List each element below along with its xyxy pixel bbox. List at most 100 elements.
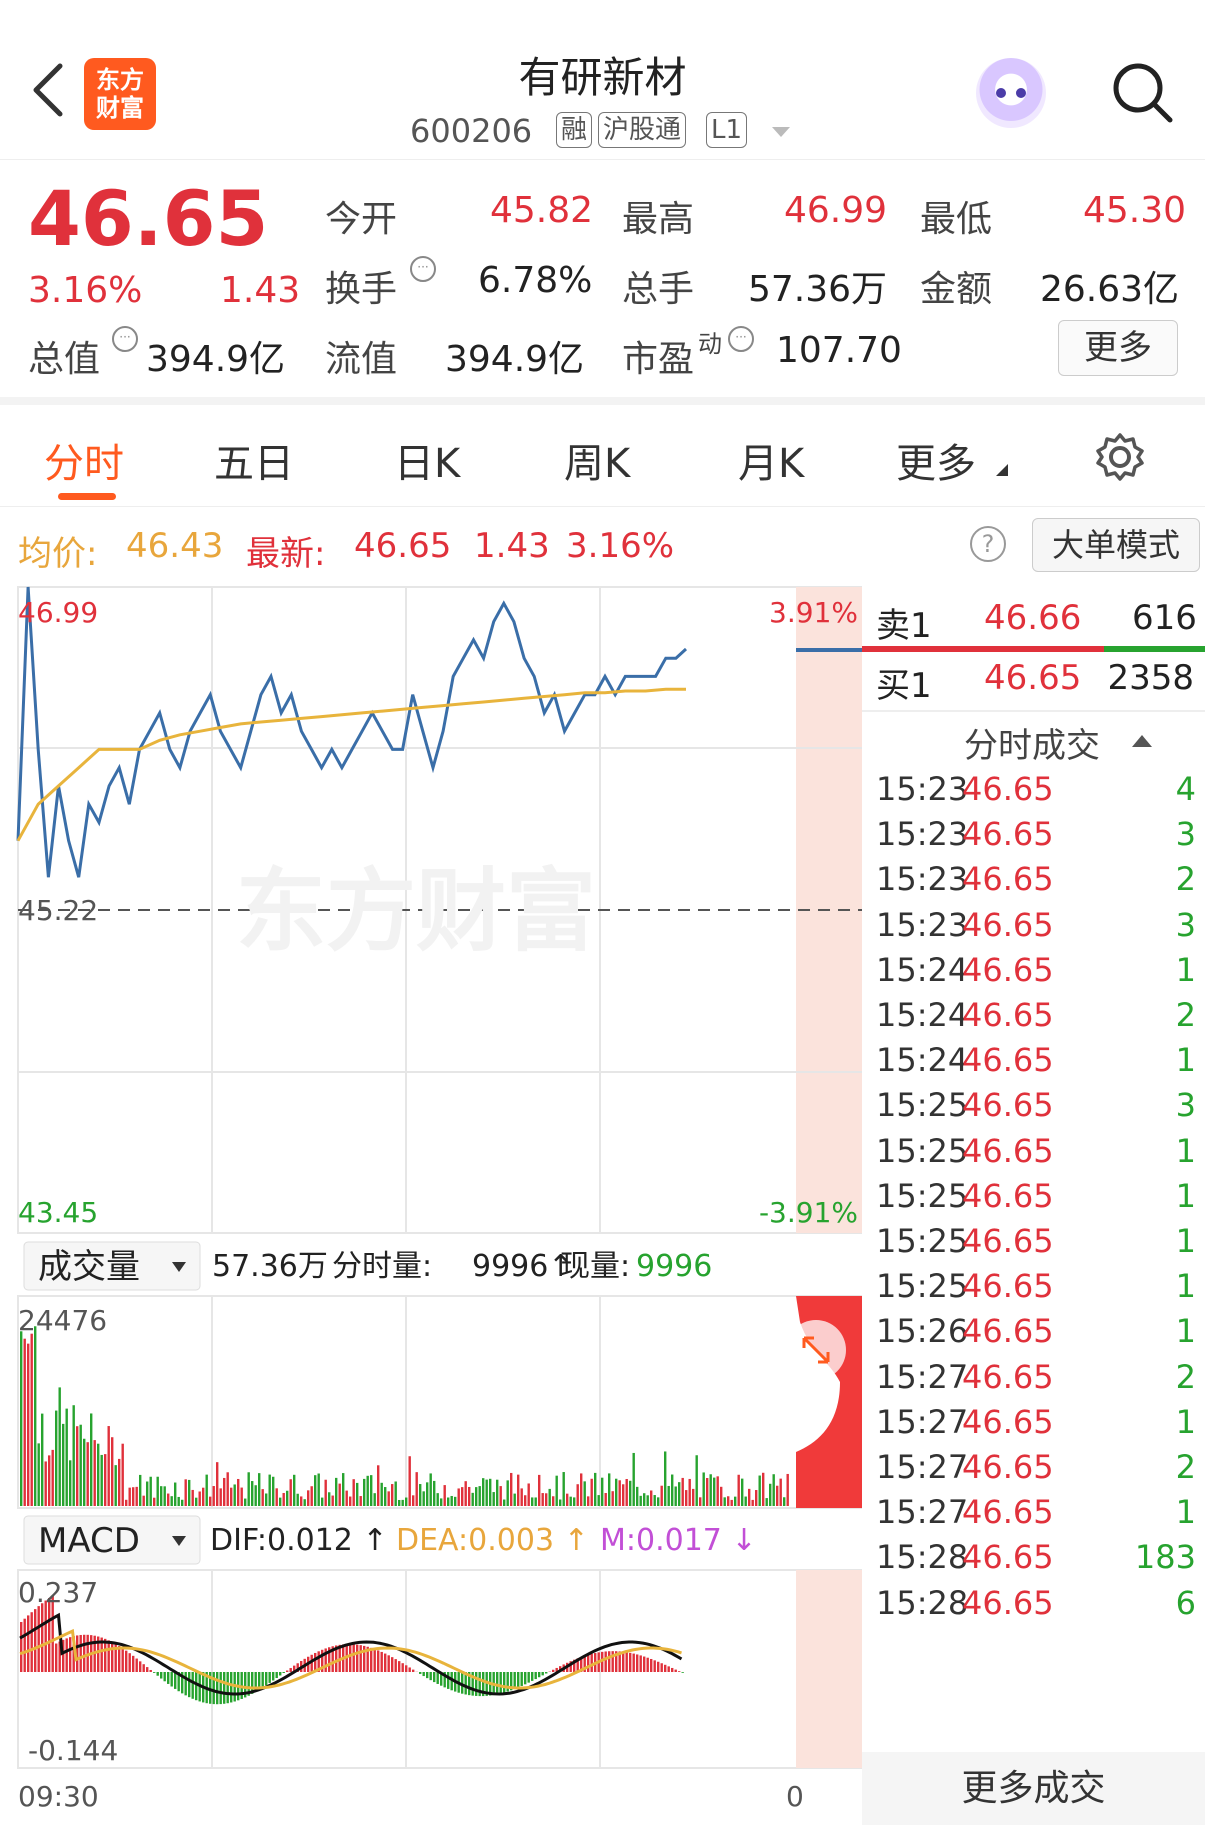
volume-bar bbox=[366, 1475, 369, 1506]
price-info-bar: 均价: 46.43 最新: 46.65 1.43 3.16% ? 大单模式 bbox=[0, 512, 1205, 582]
macd-bar bbox=[268, 1672, 271, 1683]
assistant-avatar-icon[interactable] bbox=[976, 58, 1046, 128]
macd-bar bbox=[534, 1672, 537, 1680]
trade-volume: 2 bbox=[1175, 1357, 1196, 1396]
macd-bar bbox=[79, 1634, 82, 1672]
more-quote-button[interactable]: 更多 bbox=[1058, 320, 1178, 376]
volume-bar bbox=[503, 1499, 506, 1506]
volume-bar bbox=[51, 1449, 54, 1506]
turnover-value: 6.78% bbox=[478, 260, 593, 301]
volume-bar bbox=[317, 1473, 320, 1506]
volume-bar bbox=[139, 1474, 142, 1506]
volume-bar bbox=[258, 1473, 261, 1506]
macd-bar bbox=[646, 1657, 649, 1672]
macd-bar bbox=[104, 1638, 107, 1672]
big-order-mode-button[interactable]: 大单模式 bbox=[1032, 518, 1200, 572]
volume-bar bbox=[590, 1478, 593, 1506]
info-dots-icon[interactable]: ··· bbox=[112, 326, 138, 355]
help-icon[interactable]: ? bbox=[970, 526, 1006, 562]
macd-bar bbox=[475, 1672, 478, 1696]
tab-fenshi[interactable]: 分时 bbox=[44, 431, 124, 489]
volume-bar bbox=[72, 1405, 75, 1506]
volume-bar bbox=[622, 1484, 625, 1506]
volume-bar bbox=[286, 1490, 289, 1506]
macd-bar bbox=[657, 1661, 660, 1672]
macd-max-label: 0.237 bbox=[18, 1576, 98, 1609]
volume-bar bbox=[422, 1491, 425, 1506]
trade-price: 46.65 bbox=[962, 770, 1054, 808]
price-high-label: 46.99 bbox=[18, 596, 98, 629]
macd-bar bbox=[160, 1672, 163, 1679]
volume-bar bbox=[20, 1331, 23, 1506]
volume-bar bbox=[391, 1484, 394, 1506]
watermark: 东方财富 bbox=[236, 859, 596, 964]
trade-price: 46.65 bbox=[962, 1448, 1054, 1486]
trade-volume: 2 bbox=[1175, 996, 1196, 1034]
volume-bar bbox=[552, 1496, 555, 1506]
volume-bar bbox=[461, 1487, 464, 1506]
trade-price: 46.65 bbox=[962, 1538, 1054, 1577]
tab-five-day[interactable]: 五日 bbox=[214, 431, 294, 489]
chevron-down-icon[interactable] bbox=[770, 124, 792, 143]
volume-bar bbox=[195, 1497, 198, 1506]
macd-bar bbox=[65, 1638, 68, 1672]
macd-bar bbox=[118, 1646, 121, 1672]
macd-bar bbox=[394, 1659, 397, 1672]
collapse-arrow-icon[interactable] bbox=[1132, 732, 1152, 751]
volume-bar bbox=[436, 1493, 439, 1506]
volume-bar bbox=[198, 1491, 201, 1506]
more-trades-button[interactable]: 更多成交 bbox=[862, 1752, 1205, 1825]
volume-bar bbox=[90, 1413, 93, 1506]
macd-bar bbox=[433, 1672, 436, 1683]
volume-bar bbox=[191, 1489, 194, 1506]
volume-bar bbox=[580, 1473, 583, 1506]
trade-volume: 1 bbox=[1175, 1312, 1196, 1351]
current-price: 46.65 bbox=[28, 174, 269, 263]
volume-bar bbox=[685, 1490, 688, 1506]
intraday-chart[interactable]: 东方财富 46.99 45.22 43.45 3.91% -3.91% 成交量 … bbox=[0, 582, 862, 1825]
info-dots-icon[interactable]: ··· bbox=[410, 256, 436, 285]
volume-bar bbox=[650, 1490, 653, 1506]
volume-bar bbox=[695, 1455, 698, 1506]
macd-bar bbox=[632, 1653, 635, 1672]
settings-gear-icon[interactable] bbox=[1094, 431, 1146, 487]
volume-bar bbox=[632, 1452, 635, 1506]
volume-bar bbox=[559, 1499, 562, 1506]
trade-price: 46.65 bbox=[962, 815, 1054, 854]
tab-daily-k[interactable]: 日K bbox=[394, 431, 460, 489]
volume-bar bbox=[160, 1486, 163, 1506]
change-percent: 3.16% bbox=[28, 270, 143, 311]
volume-bar bbox=[83, 1438, 86, 1506]
macd-bar bbox=[650, 1658, 653, 1672]
trade-time: 15:23 bbox=[876, 815, 969, 854]
info-dots-icon[interactable]: ··· bbox=[728, 326, 754, 355]
volume-bar bbox=[37, 1443, 40, 1506]
trade-volume: 6 bbox=[1175, 1583, 1196, 1622]
volume-bar bbox=[265, 1493, 268, 1506]
macd-bar bbox=[111, 1642, 114, 1672]
tab-weekly-k[interactable]: 周K bbox=[564, 431, 630, 489]
turnover-label: 换手 bbox=[325, 269, 398, 310]
tab-monthly-k[interactable]: 月K bbox=[738, 431, 804, 489]
trade-volume: 1 bbox=[1175, 1267, 1196, 1306]
float-label: 流值 bbox=[325, 339, 398, 380]
trades-title[interactable]: 分时成交 bbox=[964, 718, 1100, 767]
macd-bar bbox=[356, 1644, 359, 1672]
search-icon[interactable] bbox=[1110, 60, 1176, 130]
quote-panel: 46.65 3.16% 1.43 今开 45.82 最高 46.99 最低 45… bbox=[0, 160, 1205, 405]
change-amount: 1.43 bbox=[220, 270, 301, 311]
macd-bar bbox=[538, 1672, 541, 1678]
tab-more[interactable]: 更多 bbox=[896, 431, 976, 489]
volume-bar bbox=[380, 1482, 383, 1506]
low-label: 最低 bbox=[920, 199, 993, 240]
macd-bar bbox=[604, 1651, 607, 1672]
trade-row: 15:25 46.65 1 bbox=[876, 1177, 1196, 1229]
volume-bar bbox=[377, 1465, 380, 1506]
volume-bar bbox=[429, 1473, 432, 1506]
trade-time: 15:23 bbox=[876, 770, 969, 808]
volume-bar bbox=[713, 1477, 716, 1506]
volume-bar bbox=[296, 1493, 299, 1506]
volume-bar bbox=[531, 1497, 534, 1506]
volume-bar bbox=[247, 1472, 250, 1506]
volume-bar bbox=[135, 1486, 138, 1506]
